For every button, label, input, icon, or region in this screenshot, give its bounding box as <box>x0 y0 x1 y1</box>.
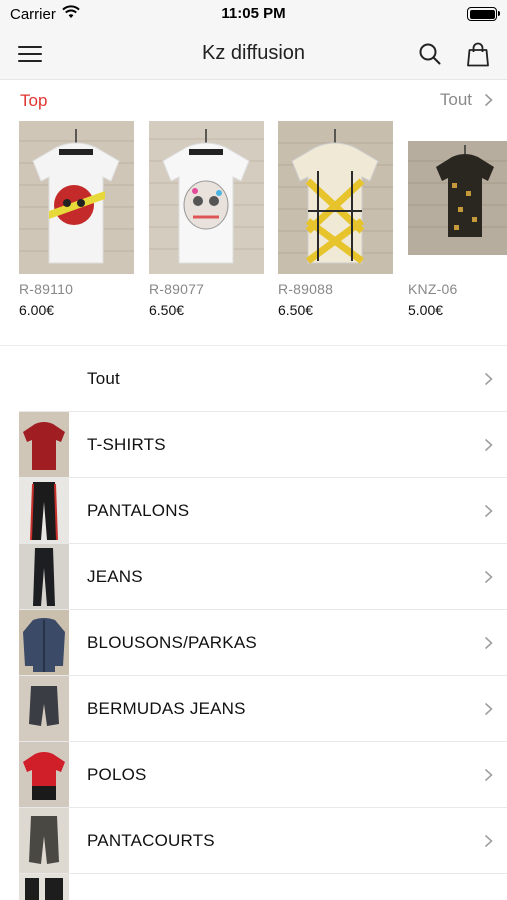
category-thumbnail <box>19 478 69 544</box>
chevron-right-icon <box>484 504 493 518</box>
see-all-label: Tout <box>439 90 472 109</box>
category-row-all[interactable]: Tout <box>0 346 507 412</box>
product-image <box>19 121 134 274</box>
category-row-pantalons[interactable]: PANTALONS <box>0 478 507 544</box>
category-thumbnail <box>19 412 69 478</box>
category-row-bermudas-jeans[interactable]: BERMUDAS JEANS <box>0 676 507 742</box>
chevron-right-icon <box>484 438 493 452</box>
category-row-pantacourts[interactable]: PANTACOURTS <box>0 808 507 874</box>
product-price: 6.00€ <box>19 302 55 318</box>
search-icon[interactable] <box>418 42 442 66</box>
category-thumbnail <box>19 874 69 900</box>
category-label: BERMUDAS JEANS <box>87 699 246 718</box>
chevron-right-icon <box>484 372 493 386</box>
product-card[interactable]: R-89110 6.00€ <box>19 121 134 326</box>
shopping-bag-icon[interactable] <box>466 41 490 67</box>
status-bar: Carrier 11:05 PM <box>0 0 507 30</box>
product-image <box>278 121 393 274</box>
category-label: PANTACOURTS <box>87 831 215 850</box>
top-products-carousel[interactable]: R-89110 6.00€ R-89077 6.50€ R-89088 6.50… <box>0 121 507 326</box>
see-all-link[interactable]: Tout <box>440 90 493 110</box>
product-price: 6.50€ <box>278 302 314 318</box>
category-row-partial[interactable] <box>0 874 507 900</box>
product-card[interactable]: R-89077 6.50€ <box>149 121 264 326</box>
category-thumbnail <box>19 544 69 610</box>
category-label: T-SHIRTS <box>87 435 166 454</box>
category-row-jeans[interactable]: JEANS <box>0 544 507 610</box>
category-label: POLOS <box>87 765 147 784</box>
category-row-blousons-parkas[interactable]: BLOUSONS/PARKAS <box>0 610 507 676</box>
category-thumbnail <box>19 808 69 874</box>
chevron-right-icon <box>484 702 493 716</box>
battery-icon <box>467 7 500 21</box>
category-row-t-shirts[interactable]: T-SHIRTS <box>0 412 507 478</box>
category-label: Tout <box>87 369 120 388</box>
category-label: BLOUSONS/PARKAS <box>87 633 257 652</box>
category-thumbnail <box>19 742 69 808</box>
nav-bar: Kz diffusion <box>0 30 507 80</box>
category-row-polos[interactable]: POLOS <box>0 742 507 808</box>
product-sku: R-89088 <box>278 281 334 297</box>
clock: 11:05 PM <box>221 5 286 22</box>
product-sku: KNZ-06 <box>408 281 458 297</box>
chevron-right-icon <box>484 768 493 782</box>
product-image <box>149 121 264 274</box>
product-card[interactable]: R-89088 6.50€ <box>278 121 393 326</box>
product-sku: R-89110 <box>19 281 74 297</box>
product-card[interactable]: KNZ-06 5.00€ <box>408 121 507 326</box>
category-thumbnail <box>19 676 69 742</box>
chevron-right-icon <box>484 570 493 584</box>
category-thumbnail <box>19 610 69 676</box>
chevron-right-icon <box>484 834 493 848</box>
top-section-header: Top Tout <box>0 80 507 120</box>
section-title: Top <box>20 91 48 110</box>
product-price: 5.00€ <box>408 302 444 318</box>
chevron-right-icon <box>484 636 493 650</box>
chevron-right-icon <box>484 93 493 107</box>
menu-icon[interactable] <box>18 42 44 66</box>
category-label: PANTALONS <box>87 501 190 520</box>
category-label: JEANS <box>87 567 143 586</box>
product-price: 6.50€ <box>149 302 185 318</box>
product-image <box>408 121 507 274</box>
product-sku: R-89077 <box>149 281 205 297</box>
